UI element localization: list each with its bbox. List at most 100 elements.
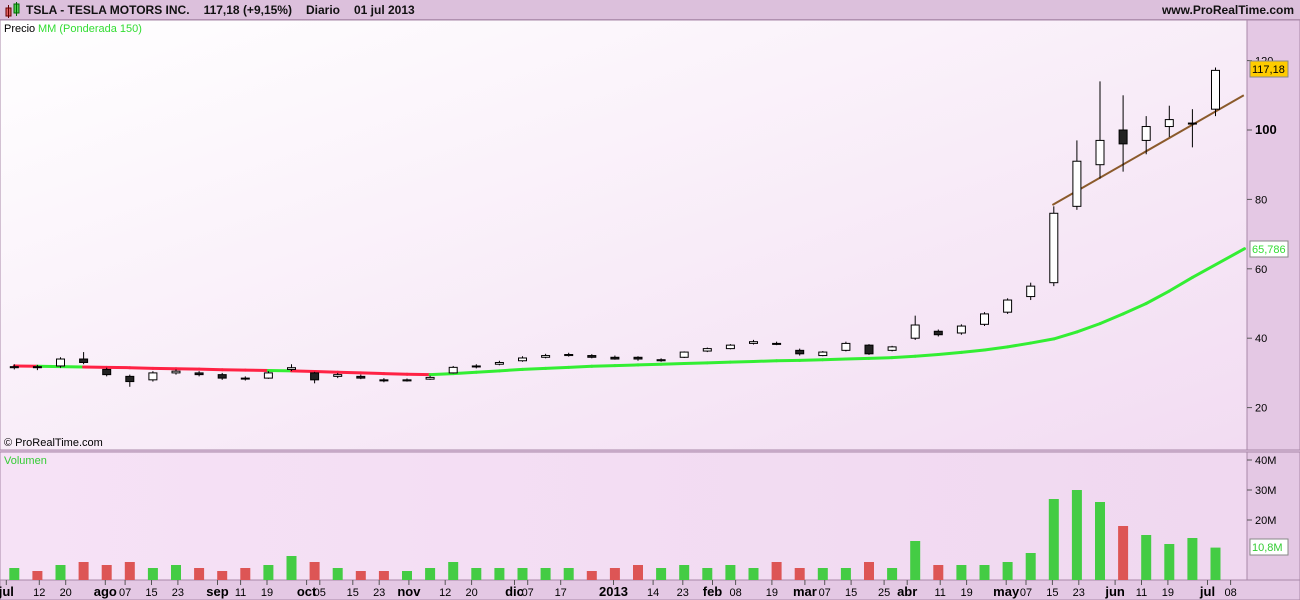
site-link[interactable]: www.ProRealTime.com (1162, 3, 1294, 17)
ma-segment (590, 364, 617, 368)
volume-tick-label: 20M (1255, 515, 1276, 527)
volume-bar (78, 562, 89, 580)
candle-body (9, 366, 19, 369)
candle-body (587, 355, 597, 358)
ma-segment (474, 369, 501, 374)
volume-bar (309, 562, 320, 580)
volume-bar (1071, 490, 1082, 580)
volume-bar (887, 568, 898, 580)
ma-segment (197, 367, 224, 372)
candle-body (1095, 139, 1105, 166)
period[interactable]: Diario (306, 3, 340, 17)
date-tick-label: 20 (60, 587, 72, 599)
date-tick-label: 15 (347, 587, 359, 599)
date-tick-label: 15 (845, 587, 857, 599)
volume-bar (494, 568, 505, 580)
date-tick-label: 2013 (599, 584, 628, 599)
copyright: © ProRealTime.com (4, 437, 103, 449)
date-tick-label: may (993, 584, 1020, 599)
volume-bar (124, 562, 135, 580)
price-axis[interactable] (1246, 20, 1300, 451)
candle-body (356, 375, 366, 379)
volume-bar (748, 568, 759, 580)
volume-bar (563, 568, 574, 580)
candle-body (795, 349, 805, 355)
candle-body (471, 365, 481, 368)
ma-segment (659, 362, 686, 366)
price-tick-label: 20 (1255, 403, 1267, 415)
ma-segment (844, 356, 871, 361)
volume-bar (679, 565, 690, 580)
candle-body (263, 372, 273, 379)
price-tick-label: 40 (1255, 333, 1267, 345)
candle-body (818, 351, 828, 357)
date-tick-label: jul (1199, 584, 1215, 599)
date-tick-label: nov (397, 584, 421, 599)
candle-body (610, 356, 620, 360)
legend-ma: MM (Ponderada 150) (38, 23, 142, 35)
date-tick-label: 19 (261, 587, 273, 599)
candle-body (518, 357, 527, 362)
chart-date: 01 jul 2013 (353, 2, 415, 17)
volume-bar (448, 562, 459, 580)
ma-segment (913, 353, 940, 358)
candle-body (1049, 212, 1059, 284)
volume-bar (101, 565, 112, 580)
candle-body (79, 358, 89, 363)
price-panel[interactable] (0, 20, 1248, 451)
ma-segment (728, 359, 755, 364)
candle-body (310, 372, 320, 381)
candle-body (864, 344, 874, 355)
candle-body (102, 368, 112, 376)
ma-segment (867, 356, 894, 360)
date-tick-label: 20 (465, 587, 477, 599)
ma-segment (821, 357, 848, 362)
volume-bar (1025, 553, 1036, 580)
date-tick-label: 23 (1073, 587, 1085, 599)
date-tick-label: 12 (33, 587, 45, 599)
price-tick-label: 60 (1255, 264, 1267, 276)
volume-bar (9, 568, 20, 580)
date-tick-label: sep (206, 584, 228, 599)
candle-body (240, 377, 250, 380)
chart-area[interactable]: Precio MM (Ponderada 150) Volumen © ProR… (0, 20, 1300, 600)
last-price-label: 117,18 (1252, 64, 1285, 76)
candle-body (541, 355, 551, 358)
volume-bar (1118, 526, 1129, 580)
candle-body (887, 346, 897, 351)
date-tick-label: 23 (172, 587, 184, 599)
candle-body (494, 361, 504, 365)
ma-segment (521, 366, 548, 371)
ma-segment (936, 350, 963, 357)
date-tick-label: 11 (235, 587, 246, 599)
volume-bar (286, 556, 297, 580)
date-tick-label: 08 (729, 587, 741, 599)
date-tick-label: ago (94, 584, 117, 599)
date-tick-label: 07 (522, 587, 534, 599)
legend-price: Precio (4, 23, 35, 35)
candle-body (702, 348, 712, 352)
volume-bar (633, 565, 643, 580)
date-tick-label: 19 (960, 587, 972, 599)
volume-tick-label: 30M (1255, 485, 1276, 497)
date-tick-label: 11 (934, 587, 945, 599)
date-tick-label: jul (0, 584, 14, 599)
candle-body (448, 366, 458, 374)
last-volume-label: 10,8M (1252, 542, 1283, 554)
volume-bar (771, 562, 782, 580)
date-tick-label: feb (703, 584, 723, 599)
volume-bar (1095, 502, 1105, 580)
volume-bar (471, 568, 482, 580)
candle-body (772, 342, 782, 345)
ma-segment (544, 365, 571, 370)
volume-bar (263, 565, 274, 580)
candle-body (749, 341, 758, 344)
date-tick-label: 07 (1020, 587, 1032, 599)
ma-segment (798, 358, 825, 362)
symbol-title: TSLA - TESLA MOTORS INC. (26, 2, 190, 17)
ma-segment (752, 359, 779, 363)
volume-panel[interactable] (0, 451, 1248, 581)
candle-body (1026, 285, 1036, 298)
price-tick-label: 100 (1255, 122, 1277, 137)
candle-body (125, 375, 135, 383)
